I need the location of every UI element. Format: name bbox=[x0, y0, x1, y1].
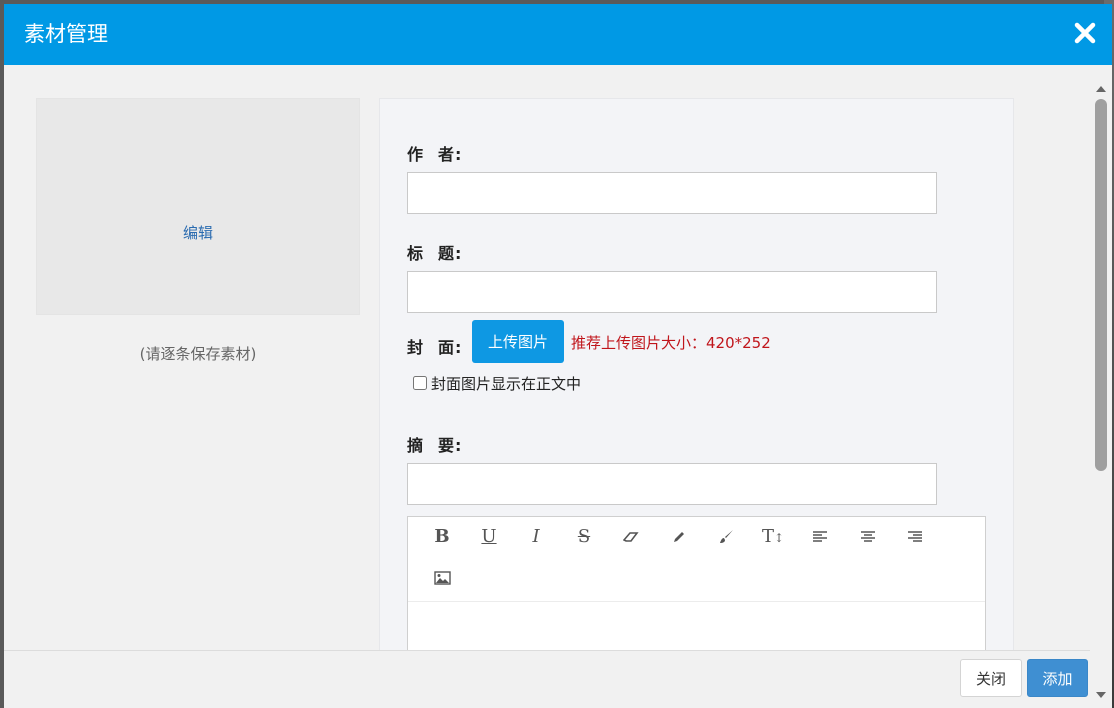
add-button[interactable]: 添加 bbox=[1027, 659, 1088, 697]
italic-icon[interactable]: I bbox=[521, 522, 551, 552]
form-panel: 作者: 标题: 封面: 上传图片 推荐上传图片大小：420*252 封面图片显示… bbox=[379, 98, 1014, 650]
scroll-down-icon[interactable] bbox=[1095, 685, 1107, 698]
underline-icon[interactable]: U bbox=[474, 522, 504, 552]
author-input[interactable] bbox=[407, 172, 937, 214]
upload-size-tip: 推荐上传图片大小：420*252 bbox=[571, 334, 771, 352]
dialog-title: 素材管理 bbox=[24, 22, 108, 46]
align-left-icon[interactable] bbox=[805, 522, 835, 552]
close-icon[interactable] bbox=[1070, 18, 1100, 48]
cover-in-body-option[interactable]: 封面图片显示在正文中 bbox=[413, 373, 581, 394]
dialog-body: 编辑 (请逐条保存素材) 作者: 标题: 封面: 上传图片 推荐上传图片大小：4… bbox=[4, 65, 1090, 650]
summary-input[interactable] bbox=[407, 463, 937, 505]
upload-image-button[interactable]: 上传图片 bbox=[472, 320, 564, 363]
pencil-icon[interactable] bbox=[664, 522, 694, 552]
dialog-header: 素材管理 bbox=[4, 4, 1112, 65]
eraser-icon[interactable] bbox=[616, 522, 646, 552]
brush-icon[interactable] bbox=[711, 522, 741, 552]
image-icon[interactable] bbox=[427, 563, 457, 593]
close-button[interactable]: 关闭 bbox=[960, 659, 1022, 697]
editor-toolbar-divider bbox=[408, 601, 985, 602]
scroll-up-icon[interactable] bbox=[1095, 79, 1107, 92]
title-input[interactable] bbox=[407, 271, 937, 313]
cover-in-body-label: 封面图片显示在正文中 bbox=[431, 375, 582, 393]
scrollbar-thumb[interactable] bbox=[1095, 99, 1107, 471]
vertical-scrollbar[interactable] bbox=[1090, 65, 1112, 708]
rich-text-editor: B U I S T↕ bbox=[407, 516, 986, 650]
text-height-icon[interactable]: T↕ bbox=[758, 522, 788, 552]
bold-icon[interactable]: B bbox=[427, 522, 457, 552]
edit-link[interactable]: 编辑 bbox=[37, 222, 359, 243]
title-label: 标题: bbox=[407, 244, 463, 263]
material-preview: 编辑 bbox=[36, 98, 360, 315]
summary-label: 摘要: bbox=[407, 436, 463, 455]
align-right-icon[interactable] bbox=[900, 522, 930, 552]
material-dialog: 素材管理 编辑 (请逐条保存素材) 作者: 标题: 封面: 上传图片 推荐上传图… bbox=[4, 4, 1112, 708]
save-hint: (请逐条保存素材) bbox=[139, 345, 257, 363]
cover-label: 封面: bbox=[407, 338, 463, 357]
align-center-icon[interactable] bbox=[853, 522, 883, 552]
dialog-footer: 关闭 添加 bbox=[4, 650, 1090, 708]
strikethrough-icon[interactable]: S bbox=[569, 522, 599, 552]
author-label: 作者: bbox=[407, 145, 463, 164]
cover-in-body-checkbox[interactable] bbox=[413, 376, 427, 390]
